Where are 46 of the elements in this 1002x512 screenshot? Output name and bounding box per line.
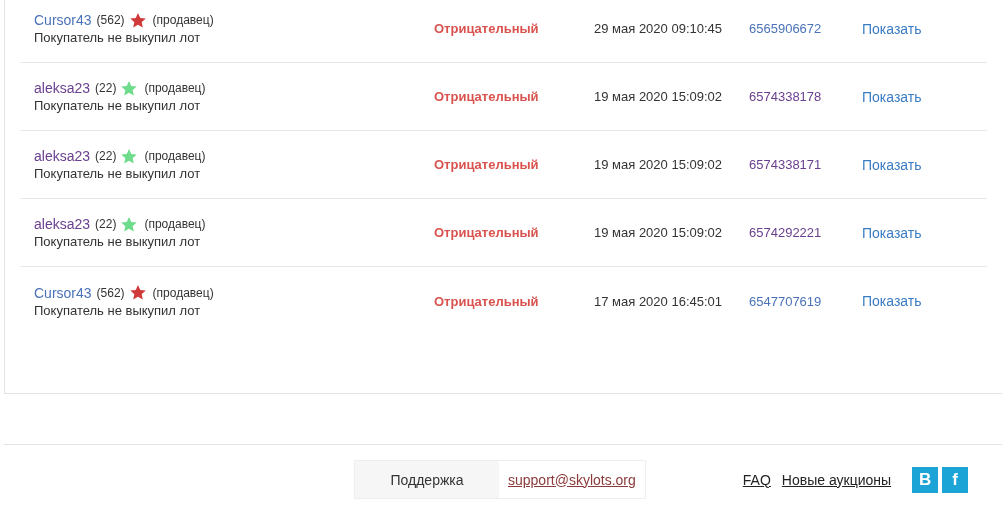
show-link[interactable]: Показать — [862, 20, 922, 37]
social-button[interactable]: f — [942, 466, 969, 493]
footer-link[interactable]: FAQ — [742, 471, 771, 488]
review-date: 19 мая 2020 15:09:02 — [594, 225, 724, 240]
review-date: 19 мая 2020 15:09:02 — [594, 89, 724, 104]
show-link[interactable]: Показать — [862, 156, 922, 173]
rating-count: (22) — [95, 217, 117, 231]
review-comment: Покупатель не выкупил лот — [34, 98, 202, 113]
social-button[interactable]: В — [912, 466, 939, 493]
review-status: Отрицательный — [434, 293, 540, 309]
show-link[interactable]: Показать — [862, 88, 922, 105]
role-label: (продавец) — [144, 217, 206, 231]
review-status: Отрицательный — [434, 89, 540, 104]
rating-count: (22) — [95, 81, 117, 95]
user-link[interactable]: Cursor43 — [34, 12, 92, 28]
rating-count: (22) — [95, 149, 117, 163]
review-comment: Покупатель не выкупил лот — [34, 234, 202, 249]
lot-link[interactable]: 6547707619 — [749, 293, 862, 309]
show-link[interactable]: Показать — [862, 224, 922, 241]
review-comment: Покупатель не выкупил лот — [34, 30, 202, 45]
review-status: Отрицательный — [434, 21, 540, 36]
role-label: (продавец) — [152, 13, 214, 27]
lot-link[interactable]: 6565906672 — [749, 21, 862, 36]
review-status: Отрицательный — [434, 225, 540, 240]
support-email-link[interactable]: support@skylots.org — [499, 461, 645, 498]
review-date: 29 мая 2020 09:10:45 — [594, 21, 724, 36]
user-link[interactable]: aleksa23 — [34, 80, 91, 96]
rating-count: (562) — [96, 285, 125, 300]
role-label: (продавец) — [144, 149, 206, 163]
user-link[interactable]: aleksa23 — [34, 148, 91, 164]
user-link[interactable]: Cursor43 — [34, 284, 92, 301]
show-link[interactable]: Показать — [862, 293, 922, 309]
lot-link[interactable]: 6574292221 — [749, 225, 862, 240]
rating-count: (562) — [96, 13, 125, 27]
user-link[interactable]: aleksa23 — [34, 216, 91, 232]
review-comment: Покупатель не выкупил лот — [34, 302, 202, 318]
review-status: Отрицательный — [434, 157, 540, 172]
lot-link[interactable]: 6574338171 — [749, 157, 862, 172]
review-date: 17 мая 2020 16:45:01 — [594, 293, 724, 309]
support-label: Поддержка — [355, 461, 499, 498]
review-comment: Покупатель не выкупил лот — [34, 166, 202, 181]
role-label: (продавец) — [144, 81, 206, 95]
footer-link[interactable]: Новые аукционы — [781, 471, 892, 488]
lot-link[interactable]: 6574338178 — [749, 89, 862, 104]
review-date: 19 мая 2020 15:09:02 — [594, 157, 724, 172]
role-label: (продавец) — [152, 285, 214, 300]
